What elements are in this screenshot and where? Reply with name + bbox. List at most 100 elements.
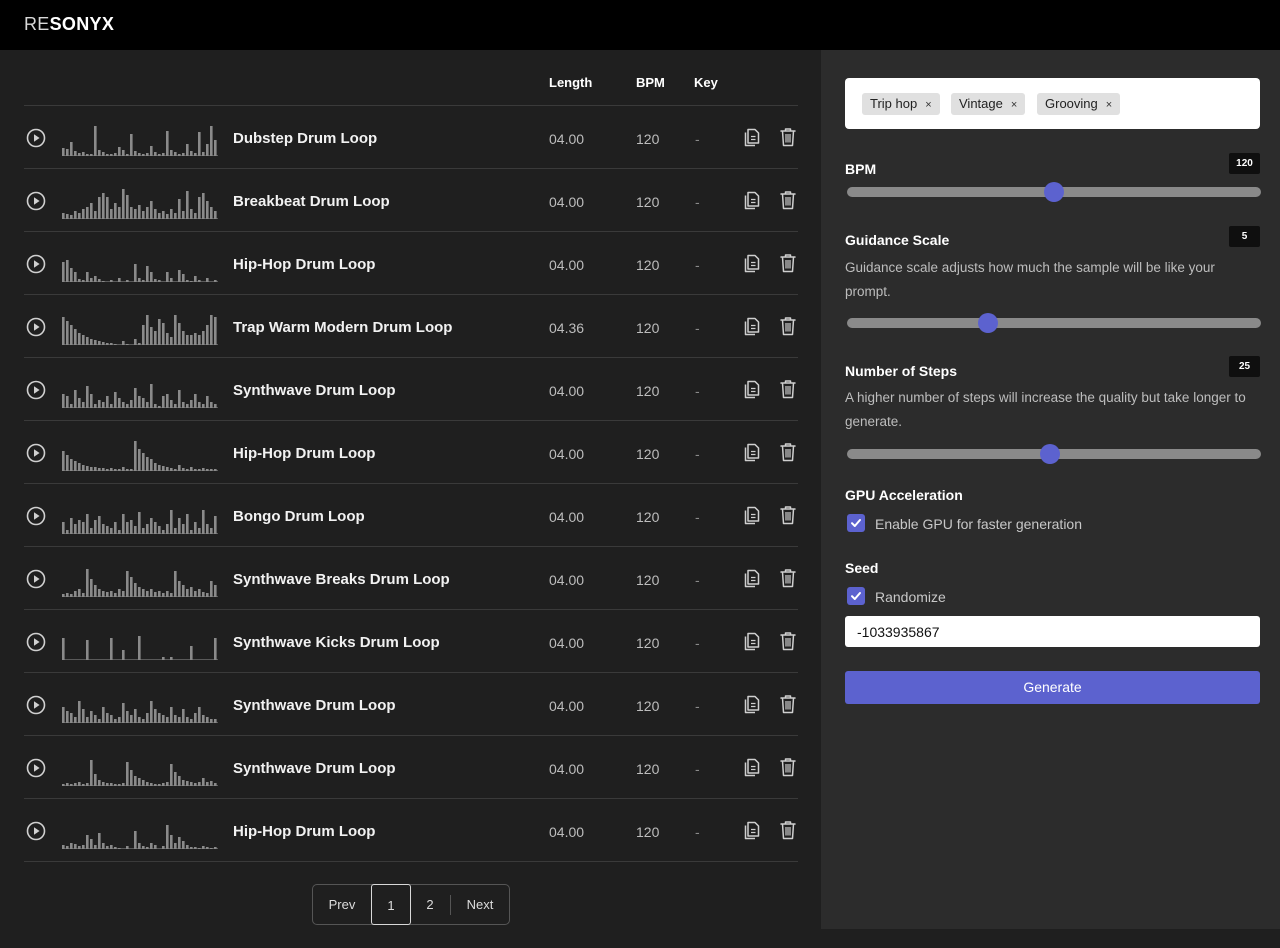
copy-button[interactable] (742, 378, 762, 400)
remove-tag-icon[interactable]: × (1011, 99, 1017, 111)
sample-name[interactable]: Synthwave Drum Loop (233, 382, 396, 399)
play-button[interactable] (26, 380, 46, 400)
waveform[interactable] (62, 372, 218, 408)
delete-button[interactable] (778, 378, 798, 400)
play-button[interactable] (26, 506, 46, 526)
copy-button[interactable] (742, 252, 762, 274)
table-row[interactable]: Hip-Hop Drum Loop 04.00 120 - (24, 799, 798, 862)
bpm-slider-thumb[interactable] (1044, 182, 1064, 202)
prev-page-button[interactable]: Prev (313, 885, 371, 924)
play-button[interactable] (26, 821, 46, 841)
waveform[interactable] (62, 813, 218, 849)
sample-name[interactable]: Synthwave Breaks Drum Loop (233, 571, 450, 588)
table-row[interactable]: Synthwave Drum Loop 04.00 120 - (24, 673, 798, 736)
sample-name[interactable]: Bongo Drum Loop (233, 508, 365, 525)
steps-slider-thumb[interactable] (1039, 444, 1060, 464)
copy-button[interactable] (742, 630, 762, 652)
sample-name[interactable]: Dubstep Drum Loop (233, 130, 377, 147)
play-button[interactable] (26, 254, 46, 274)
sample-length: 04.00 (549, 257, 585, 273)
play-button[interactable] (26, 695, 46, 715)
delete-button[interactable] (778, 756, 798, 778)
play-button[interactable] (26, 317, 46, 337)
page-1-button[interactable]: 1 (371, 884, 411, 925)
play-button[interactable] (26, 758, 46, 778)
copy-button[interactable] (742, 567, 762, 589)
delete-button[interactable] (778, 189, 798, 211)
delete-button[interactable] (778, 819, 798, 841)
delete-button[interactable] (778, 693, 798, 715)
play-button[interactable] (26, 128, 46, 148)
randomize-checkbox-label[interactable]: Randomize (875, 589, 946, 605)
table-row[interactable]: Hip-Hop Drum Loop 04.00 120 - (24, 421, 798, 484)
copy-button[interactable] (742, 504, 762, 526)
sample-name[interactable]: Synthwave Kicks Drum Loop (233, 634, 440, 651)
app-logo[interactable]: RESONYX (24, 14, 114, 35)
sample-bpm: 120 (636, 761, 660, 777)
delete-button[interactable] (778, 567, 798, 589)
waveform[interactable] (62, 246, 218, 282)
delete-button[interactable] (778, 126, 798, 148)
copy-button[interactable] (742, 756, 762, 778)
bpm-slider[interactable] (847, 182, 1261, 202)
seed-input[interactable] (845, 616, 1260, 647)
seed-label: Seed (845, 560, 879, 576)
copy-button[interactable] (742, 819, 762, 841)
delete-button[interactable] (778, 630, 798, 652)
sample-bpm: 120 (636, 320, 660, 336)
remove-tag-icon[interactable]: × (1106, 99, 1112, 111)
sample-name[interactable]: Trap Warm Modern Drum Loop (233, 319, 452, 336)
table-row[interactable]: Trap Warm Modern Drum Loop 04.36 120 - (24, 295, 798, 358)
sample-name[interactable]: Hip-Hop Drum Loop (233, 445, 375, 462)
waveform[interactable] (62, 120, 218, 156)
copy-button[interactable] (742, 441, 762, 463)
gpu-checkbox[interactable] (847, 514, 865, 532)
delete-button[interactable] (778, 441, 798, 463)
waveform[interactable] (62, 750, 218, 786)
remove-tag-icon[interactable]: × (925, 99, 931, 111)
delete-button[interactable] (778, 252, 798, 274)
column-key[interactable]: Key (694, 75, 718, 90)
play-button[interactable] (26, 632, 46, 652)
table-row[interactable]: Dubstep Drum Loop 04.00 120 - (24, 106, 798, 169)
waveform[interactable] (62, 183, 218, 219)
play-button[interactable] (26, 443, 46, 463)
waveform[interactable] (62, 687, 218, 723)
table-row[interactable]: Synthwave Drum Loop 04.00 120 - (24, 358, 798, 421)
sample-name[interactable]: Hip-Hop Drum Loop (233, 256, 375, 273)
copy-button[interactable] (742, 315, 762, 337)
copy-button[interactable] (742, 126, 762, 148)
table-row[interactable]: Synthwave Breaks Drum Loop 04.00 120 - (24, 547, 798, 610)
table-row[interactable]: Synthwave Drum Loop 04.00 120 - (24, 736, 798, 799)
table-row[interactable]: Bongo Drum Loop 04.00 120 - (24, 484, 798, 547)
copy-button[interactable] (742, 189, 762, 211)
waveform[interactable] (62, 561, 218, 597)
table-row[interactable]: Hip-Hop Drum Loop 04.00 120 - (24, 232, 798, 295)
waveform[interactable] (62, 309, 218, 345)
waveform[interactable] (62, 435, 218, 471)
generate-button[interactable]: Generate (845, 671, 1260, 704)
next-page-button[interactable]: Next (451, 885, 509, 924)
page-2-button[interactable]: 2 (411, 885, 449, 924)
delete-button[interactable] (778, 504, 798, 526)
randomize-checkbox[interactable] (847, 587, 865, 605)
play-button[interactable] (26, 191, 46, 211)
steps-slider[interactable] (847, 444, 1261, 464)
column-length[interactable]: Length (549, 75, 592, 90)
guidance-slider-thumb[interactable] (977, 313, 998, 333)
sample-name[interactable]: Synthwave Drum Loop (233, 697, 396, 714)
column-bpm[interactable]: BPM (636, 75, 665, 90)
play-button[interactable] (26, 569, 46, 589)
tag-input[interactable]: Trip hop × Vintage × Grooving × (845, 78, 1260, 129)
sample-name[interactable]: Breakbeat Drum Loop (233, 193, 390, 210)
waveform[interactable] (62, 498, 218, 534)
copy-button[interactable] (742, 693, 762, 715)
waveform[interactable] (62, 624, 218, 660)
guidance-scale-slider[interactable] (847, 313, 1261, 333)
sample-name[interactable]: Synthwave Drum Loop (233, 760, 396, 777)
delete-button[interactable] (778, 315, 798, 337)
table-row[interactable]: Synthwave Kicks Drum Loop 04.00 120 - (24, 610, 798, 673)
table-row[interactable]: Breakbeat Drum Loop 04.00 120 - (24, 169, 798, 232)
sample-name[interactable]: Hip-Hop Drum Loop (233, 823, 375, 840)
gpu-checkbox-label[interactable]: Enable GPU for faster generation (875, 516, 1082, 532)
